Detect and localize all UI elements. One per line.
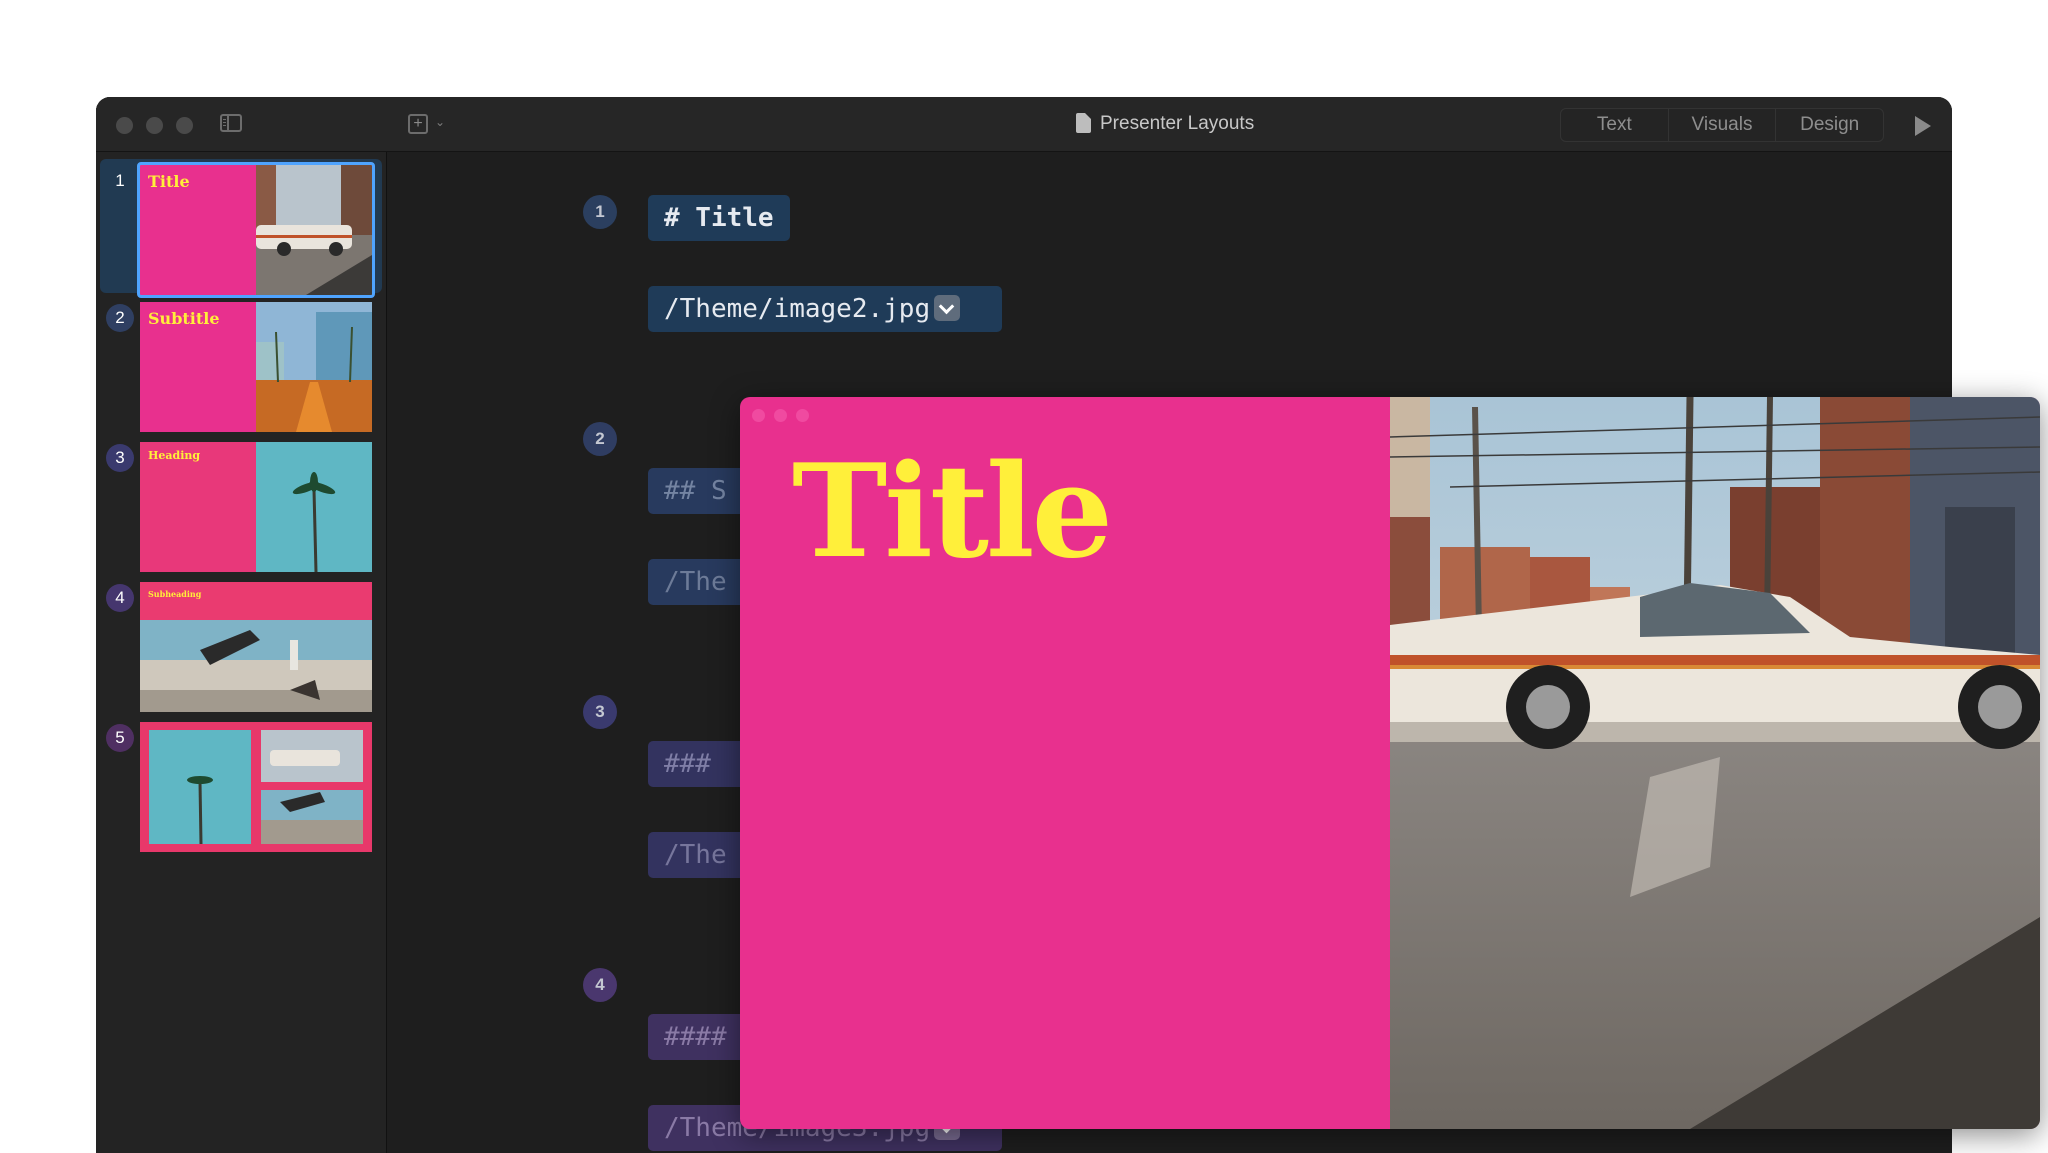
sidebar-slide-3[interactable]: 3 Heading: [100, 436, 382, 572]
document-icon: [1076, 113, 1091, 133]
slide-number: 1: [115, 171, 125, 190]
heading-chip[interactable]: ####: [648, 1014, 748, 1060]
slide-number: 2: [106, 304, 134, 332]
image-path-text: /Theme/image2.jpg: [664, 294, 931, 324]
zoom-window-button[interactable]: [796, 409, 809, 422]
title-bar: + ⌄ Presenter Layouts Text Visuals Desig…: [96, 97, 1952, 152]
slide-thumbnail-title: Title: [148, 172, 190, 191]
block-number: 2: [583, 422, 617, 456]
window-title: Presenter Layouts: [1100, 113, 1255, 134]
slide-thumbnail-title: Subtitle: [148, 309, 220, 328]
slide-thumbnail[interactable]: Heading: [140, 442, 372, 572]
image-path-field[interactable]: /The: [648, 559, 748, 605]
slide-thumbnail[interactable]: Title: [137, 162, 375, 298]
minimize-window-button[interactable]: [774, 409, 787, 422]
slide-number: 4: [106, 584, 134, 612]
slide-thumbnail[interactable]: [140, 722, 372, 852]
sidebar-toggle-icon[interactable]: [220, 114, 242, 132]
sidebar-slide-5[interactable]: 5: [100, 716, 382, 852]
sidebar-slide-1[interactable]: 1 Title: [100, 159, 382, 298]
classic-car-street-photo: [1390, 397, 2040, 1129]
close-window-button[interactable]: [752, 409, 765, 422]
slide-thumbnail[interactable]: Subheading: [140, 582, 372, 712]
image-path-field[interactable]: /Theme/image2.jpg: [648, 286, 1002, 332]
car-photo-thumbnail: [256, 165, 372, 295]
collage-thumbnail: [149, 730, 363, 845]
slide-thumbnail-title: Heading: [148, 449, 201, 462]
chevron-down-icon[interactable]: [934, 294, 961, 321]
block-number: 1: [583, 195, 617, 229]
slide-number: 3: [106, 444, 134, 472]
sidebar-slide-2[interactable]: 2 Subtitle: [100, 296, 382, 432]
slide-title: Title: [792, 437, 1113, 587]
play-icon[interactable]: [1915, 116, 1931, 136]
heading-chip[interactable]: ###: [648, 741, 748, 787]
heading-chip[interactable]: ## S: [648, 468, 748, 514]
tab-design[interactable]: Design: [1775, 109, 1883, 141]
tab-visuals[interactable]: Visuals: [1667, 109, 1776, 141]
slide-number: 5: [106, 724, 134, 752]
close-window-button[interactable]: [116, 117, 133, 134]
image-path-field[interactable]: /The: [648, 832, 748, 878]
street-photo-thumbnail: [256, 302, 372, 432]
add-slide-icon[interactable]: +: [408, 114, 428, 134]
minimize-window-button[interactable]: [146, 117, 163, 134]
heading-chip[interactable]: # Title: [648, 195, 790, 241]
chevron-down-icon[interactable]: ⌄: [435, 115, 445, 129]
slide-thumbnail[interactable]: Subtitle: [140, 302, 372, 432]
zoom-window-button[interactable]: [176, 117, 193, 134]
sidebar-slide-4[interactable]: 4 Subheading: [100, 576, 382, 712]
palm-tree-photo-thumbnail: [256, 442, 372, 572]
presenter-preview-window[interactable]: Title: [740, 397, 2040, 1129]
block-number: 3: [583, 695, 617, 729]
skatepark-photo-thumbnail: [140, 620, 372, 712]
block-number: 4: [583, 968, 617, 1002]
tab-text[interactable]: Text: [1561, 109, 1668, 141]
view-mode-segmented-control: Text Visuals Design: [1560, 108, 1884, 142]
slide-thumbnail-title: Subheading: [148, 589, 202, 599]
